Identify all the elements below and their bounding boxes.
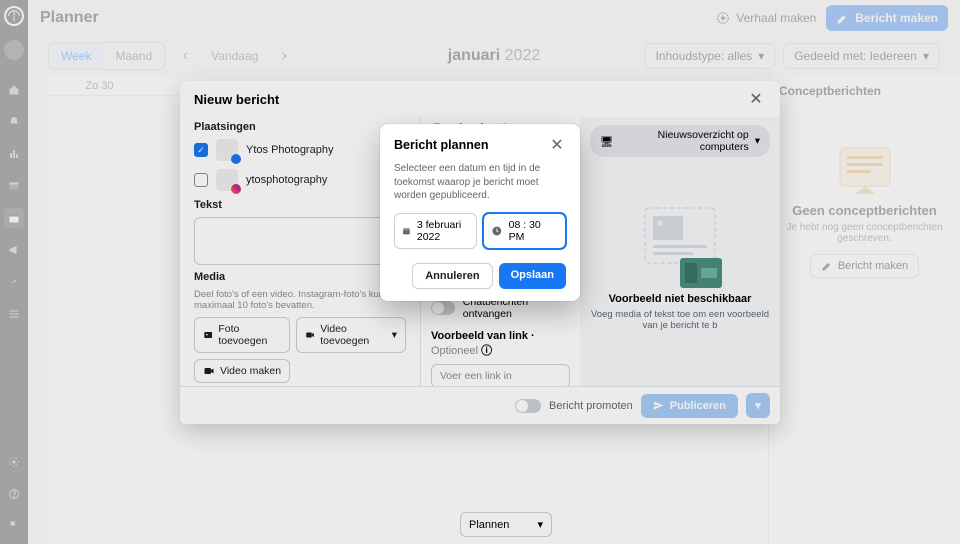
schedule-date-input[interactable]: 3 februari 2022: [394, 213, 477, 249]
schedule-time-input[interactable]: 08 : 30 PM: [483, 213, 566, 249]
clock-icon: [491, 225, 503, 237]
schedule-save-button[interactable]: Opslaan: [499, 263, 566, 289]
schedule-cancel-button[interactable]: Annuleren: [412, 263, 492, 289]
schedule-title: Bericht plannen: [394, 138, 488, 152]
schedule-close-button[interactable]: ✕: [548, 136, 566, 154]
schedule-subtitle: Selecteer een datum en tijd in de toekom…: [394, 162, 566, 203]
schedule-dialog: Bericht plannen ✕ Selecteer een datum en…: [380, 124, 580, 301]
calendar-icon: [402, 225, 411, 237]
